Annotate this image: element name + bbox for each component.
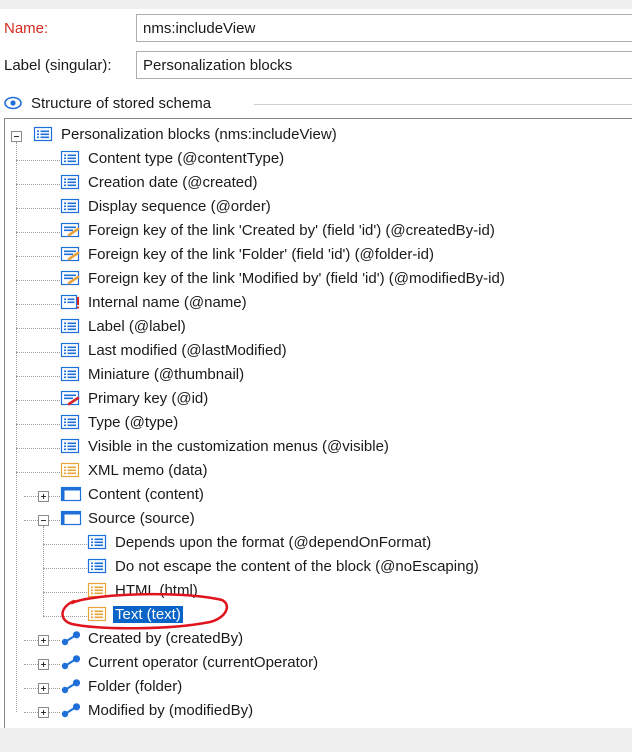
eye-icon[interactable] bbox=[4, 95, 22, 115]
tree-node-label: Modified by (modifiedBy) bbox=[88, 702, 254, 719]
expand-icon[interactable] bbox=[38, 491, 49, 502]
tree-node-label: Creation date (@created) bbox=[88, 174, 258, 191]
tree-node-link[interactable]: Modified by (modifiedBy) bbox=[5, 700, 632, 724]
xml-field-icon bbox=[60, 462, 80, 482]
collapse-icon[interactable] bbox=[38, 515, 49, 526]
window-top-strip bbox=[0, 0, 632, 9]
collapse-icon[interactable] bbox=[11, 131, 22, 142]
field-icon bbox=[87, 534, 107, 554]
primary-key-icon bbox=[60, 390, 80, 410]
tree-node-attribute[interactable]: Internal name (@name) bbox=[5, 292, 632, 316]
foreign-key-icon bbox=[60, 270, 80, 290]
tree-node-label: Display sequence (@order) bbox=[88, 198, 271, 215]
field-icon bbox=[60, 342, 80, 362]
tree-node-content[interactable]: Content (content) bbox=[5, 484, 632, 508]
tree-node-attribute[interactable]: Miniature (@thumbnail) bbox=[5, 364, 632, 388]
link-icon bbox=[60, 630, 82, 650]
tree-node-attribute[interactable]: Foreign key of the link 'Modified by' (f… bbox=[5, 268, 632, 292]
tree-node-attribute[interactable]: Content type (@contentType) bbox=[5, 148, 632, 172]
tree-node-link[interactable]: Created by (createdBy) bbox=[5, 628, 632, 652]
field-icon bbox=[60, 150, 80, 170]
tree-node-link[interactable]: Current operator (currentOperator) bbox=[5, 652, 632, 676]
tree-node-attribute[interactable]: Last modified (@lastModified) bbox=[5, 340, 632, 364]
tree-node-label: XML memo (data) bbox=[88, 462, 208, 479]
foreign-key-icon bbox=[60, 222, 80, 242]
schema-tree[interactable]: Personalization blocks (nms:includeView)… bbox=[4, 118, 632, 730]
tree-node-source-child[interactable]: HTML (html) bbox=[5, 580, 632, 604]
tree-node-label: Folder (folder) bbox=[88, 678, 183, 695]
tree-node-label: Personalization blocks (nms:includeView) bbox=[61, 126, 337, 143]
tree-node-link[interactable]: Folder (folder) bbox=[5, 676, 632, 700]
field-icon bbox=[33, 126, 53, 146]
tree-node-attribute[interactable]: XML memo (data) bbox=[5, 460, 632, 484]
element-icon bbox=[60, 486, 82, 506]
tree-node-label: Primary key (@id) bbox=[88, 390, 209, 407]
field-icon bbox=[60, 414, 80, 434]
element-icon bbox=[60, 510, 82, 530]
label-singular-input[interactable]: Personalization blocks bbox=[136, 51, 632, 79]
tree-node-attribute[interactable]: Foreign key of the link 'Folder' (field … bbox=[5, 244, 632, 268]
tree-node-label: Depends upon the format (@dependOnFormat… bbox=[115, 534, 432, 551]
expand-icon[interactable] bbox=[38, 659, 49, 670]
tree-node-label: Text (text) bbox=[113, 606, 183, 623]
tree-node-label: Content (content) bbox=[88, 486, 204, 503]
tree-node-source-child[interactable]: Do not escape the content of the block (… bbox=[5, 556, 632, 580]
expand-icon[interactable] bbox=[38, 635, 49, 646]
section-divider bbox=[254, 104, 632, 105]
tree-node-label: Internal name (@name) bbox=[88, 294, 247, 311]
tree-node-label: Created by (createdBy) bbox=[88, 630, 244, 647]
window-bottom-strip bbox=[0, 728, 632, 752]
tree-node-label: Visible in the customization menus (@vis… bbox=[88, 438, 389, 455]
label-singular-label: Label (singular): bbox=[4, 57, 112, 74]
tree-node-label: Source (source) bbox=[88, 510, 195, 527]
tree-node-label: Last modified (@lastModified) bbox=[88, 342, 287, 359]
foreign-key-icon bbox=[60, 246, 80, 266]
tree-node-source[interactable]: Source (source) bbox=[5, 508, 632, 532]
tree-node-label: Content type (@contentType) bbox=[88, 150, 285, 167]
link-icon bbox=[60, 678, 82, 698]
field-icon bbox=[60, 318, 80, 338]
field-icon bbox=[60, 438, 80, 458]
field-icon bbox=[87, 558, 107, 578]
expand-icon[interactable] bbox=[38, 707, 49, 718]
tree-node-label: Type (@type) bbox=[88, 414, 179, 431]
tree-node-label: HTML (html) bbox=[115, 582, 198, 599]
expand-icon[interactable] bbox=[38, 683, 49, 694]
section-title: Structure of stored schema bbox=[31, 95, 212, 112]
tree-node-attribute[interactable]: Primary key (@id) bbox=[5, 388, 632, 412]
tree-node-attribute[interactable]: Visible in the customization menus (@vis… bbox=[5, 436, 632, 460]
xml-field-icon bbox=[87, 582, 107, 602]
tree-node-label: Label (@label) bbox=[88, 318, 186, 335]
tree-node-label: Do not escape the content of the block (… bbox=[115, 558, 479, 575]
link-icon bbox=[60, 654, 82, 674]
tree-node-source-child[interactable]: Depends upon the format (@dependOnFormat… bbox=[5, 532, 632, 556]
name-input[interactable]: nms:includeView bbox=[136, 14, 632, 42]
field-icon bbox=[60, 198, 80, 218]
tree-node-label: Current operator (currentOperator) bbox=[88, 654, 319, 671]
tree-node-label: Foreign key of the link 'Folder' (field … bbox=[88, 246, 434, 263]
tree-node-root[interactable]: Personalization blocks (nms:includeView) bbox=[5, 124, 632, 148]
required-field-icon bbox=[60, 294, 80, 314]
link-icon bbox=[60, 702, 82, 722]
tree-node-attribute[interactable]: Type (@type) bbox=[5, 412, 632, 436]
tree-node-attribute[interactable]: Display sequence (@order) bbox=[5, 196, 632, 220]
tree-node-attribute[interactable]: Label (@label) bbox=[5, 316, 632, 340]
tree-node-label: Miniature (@thumbnail) bbox=[88, 366, 245, 383]
tree-node-label: Foreign key of the link 'Modified by' (f… bbox=[88, 270, 505, 287]
tree-node-text-selected[interactable]: Text (text) bbox=[5, 604, 632, 628]
name-label: Name: bbox=[4, 20, 49, 37]
xml-field-icon bbox=[87, 606, 107, 626]
field-icon bbox=[60, 174, 80, 194]
tree-node-attribute[interactable]: Foreign key of the link 'Created by' (fi… bbox=[5, 220, 632, 244]
structure-section-header: Structure of stored schema bbox=[4, 94, 632, 114]
field-icon bbox=[60, 366, 80, 386]
tree-node-attribute[interactable]: Creation date (@created) bbox=[5, 172, 632, 196]
tree-node-label: Foreign key of the link 'Created by' (fi… bbox=[88, 222, 495, 239]
